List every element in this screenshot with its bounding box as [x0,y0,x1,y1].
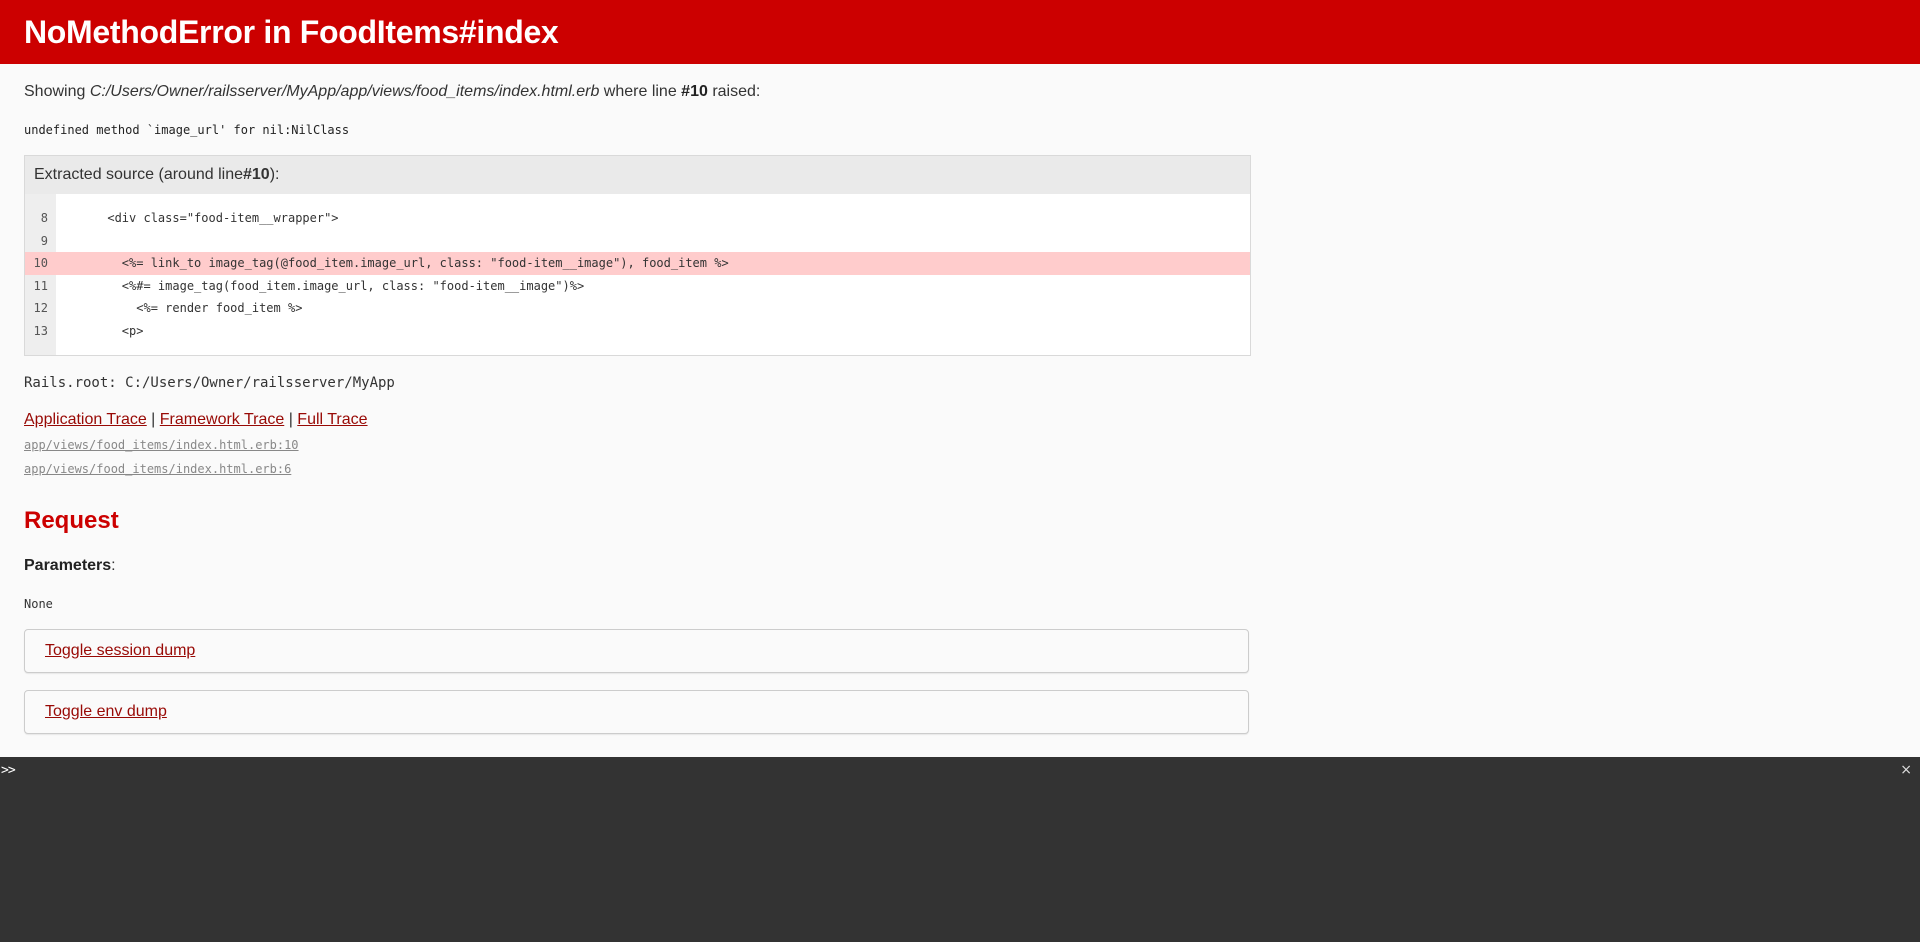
source-line: 9 [25,229,1250,253]
line-code: <%= render food_item %> [64,301,303,315]
line-code: <p> [64,323,144,338]
extracted-source: Extracted source (around line #10): 8 <d… [24,155,1251,356]
trace-separator: | [284,411,298,428]
error-line-number: #10 [681,83,708,100]
line-code: <%= link_to image_tag(@food_item.image_u… [56,252,1250,275]
source-line: 8 <div class="food-item__wrapper"> [25,207,1250,230]
parameters-label: Parameters: [24,557,1896,575]
source-line: 11 <%#= image_tag(food_item.image_url, c… [25,274,1250,297]
source-header-prefix: Extracted source (around line [34,166,243,183]
line-number: 8 [25,207,56,230]
trace-lines: app/views/food_items/index.html.erb:10 a… [24,433,1896,481]
error-title: NoMethodError in FoodItems#index [24,13,559,50]
request-heading: Request [24,507,119,534]
rails-root: Rails.root: C:/Users/Owner/railsserver/M… [24,375,395,391]
line-number: 10 [25,252,56,275]
source-header: Extracted source (around line #10): [25,156,1250,194]
source-line: 13 <p> [25,319,1250,342]
parameters-colon: : [111,557,116,574]
line-code: <div class="food-item__wrapper"> [64,211,339,225]
console-prompt[interactable]: >> [1,763,16,778]
showing-prefix: Showing [24,83,90,100]
trace-links: Application Trace | Framework Trace | Fu… [24,411,1896,429]
parameters-value: None [24,597,53,611]
main-content: Showing C:/Users/Owner/railsserver/MyApp… [0,82,1920,734]
framework-trace-link[interactable]: Framework Trace [160,411,284,428]
full-trace-link[interactable]: Full Trace [297,411,367,428]
showing-middle: where line [599,83,682,100]
source-header-suffix: ): [269,166,280,183]
showing-suffix: raised: [707,83,761,100]
env-dump-box: Toggle env dump [24,690,1249,734]
source-lines: 8 <div class="food-item__wrapper"> 9 10 <%… [25,207,1250,342]
toggle-session-dump-link[interactable]: Toggle session dump [45,642,195,660]
line-number: 11 [25,274,56,297]
source-code: 8 <div class="food-item__wrapper"> 9 10 <%… [25,194,1250,355]
source-line-highlighted: 10 <%= link_to image_tag(@food_item.imag… [25,252,1250,275]
line-code: <%#= image_tag(food_item.image_url, clas… [64,278,585,293]
error-header: NoMethodError in FoodItems#index [0,0,1920,64]
line-number: 12 [25,297,56,320]
trace-line[interactable]: app/views/food_items/index.html.erb:10 [24,433,1896,457]
line-number: 13 [25,319,56,342]
template-path: C:/Users/Owner/railsserver/MyApp/app/vie… [89,83,600,100]
trace-separator: | [146,411,160,428]
parameters-label-text: Parameters [24,557,112,574]
showing-line: Showing C:/Users/Owner/railsserver/MyApp… [24,82,1896,102]
source-header-line: #10 [243,166,270,183]
toggle-env-dump-link[interactable]: Toggle env dump [45,703,167,721]
session-dump-box: Toggle session dump [24,629,1249,673]
line-number: 9 [25,229,56,252]
source-line: 12 <%= render food_item %> [25,297,1250,320]
close-icon[interactable]: × [1900,762,1912,778]
web-console[interactable]: >> × [0,757,1920,942]
exception-message: undefined method `image_url' for nil:Nil… [24,123,350,137]
trace-line[interactable]: app/views/food_items/index.html.erb:6 [24,457,1896,481]
application-trace-link[interactable]: Application Trace [24,411,147,428]
